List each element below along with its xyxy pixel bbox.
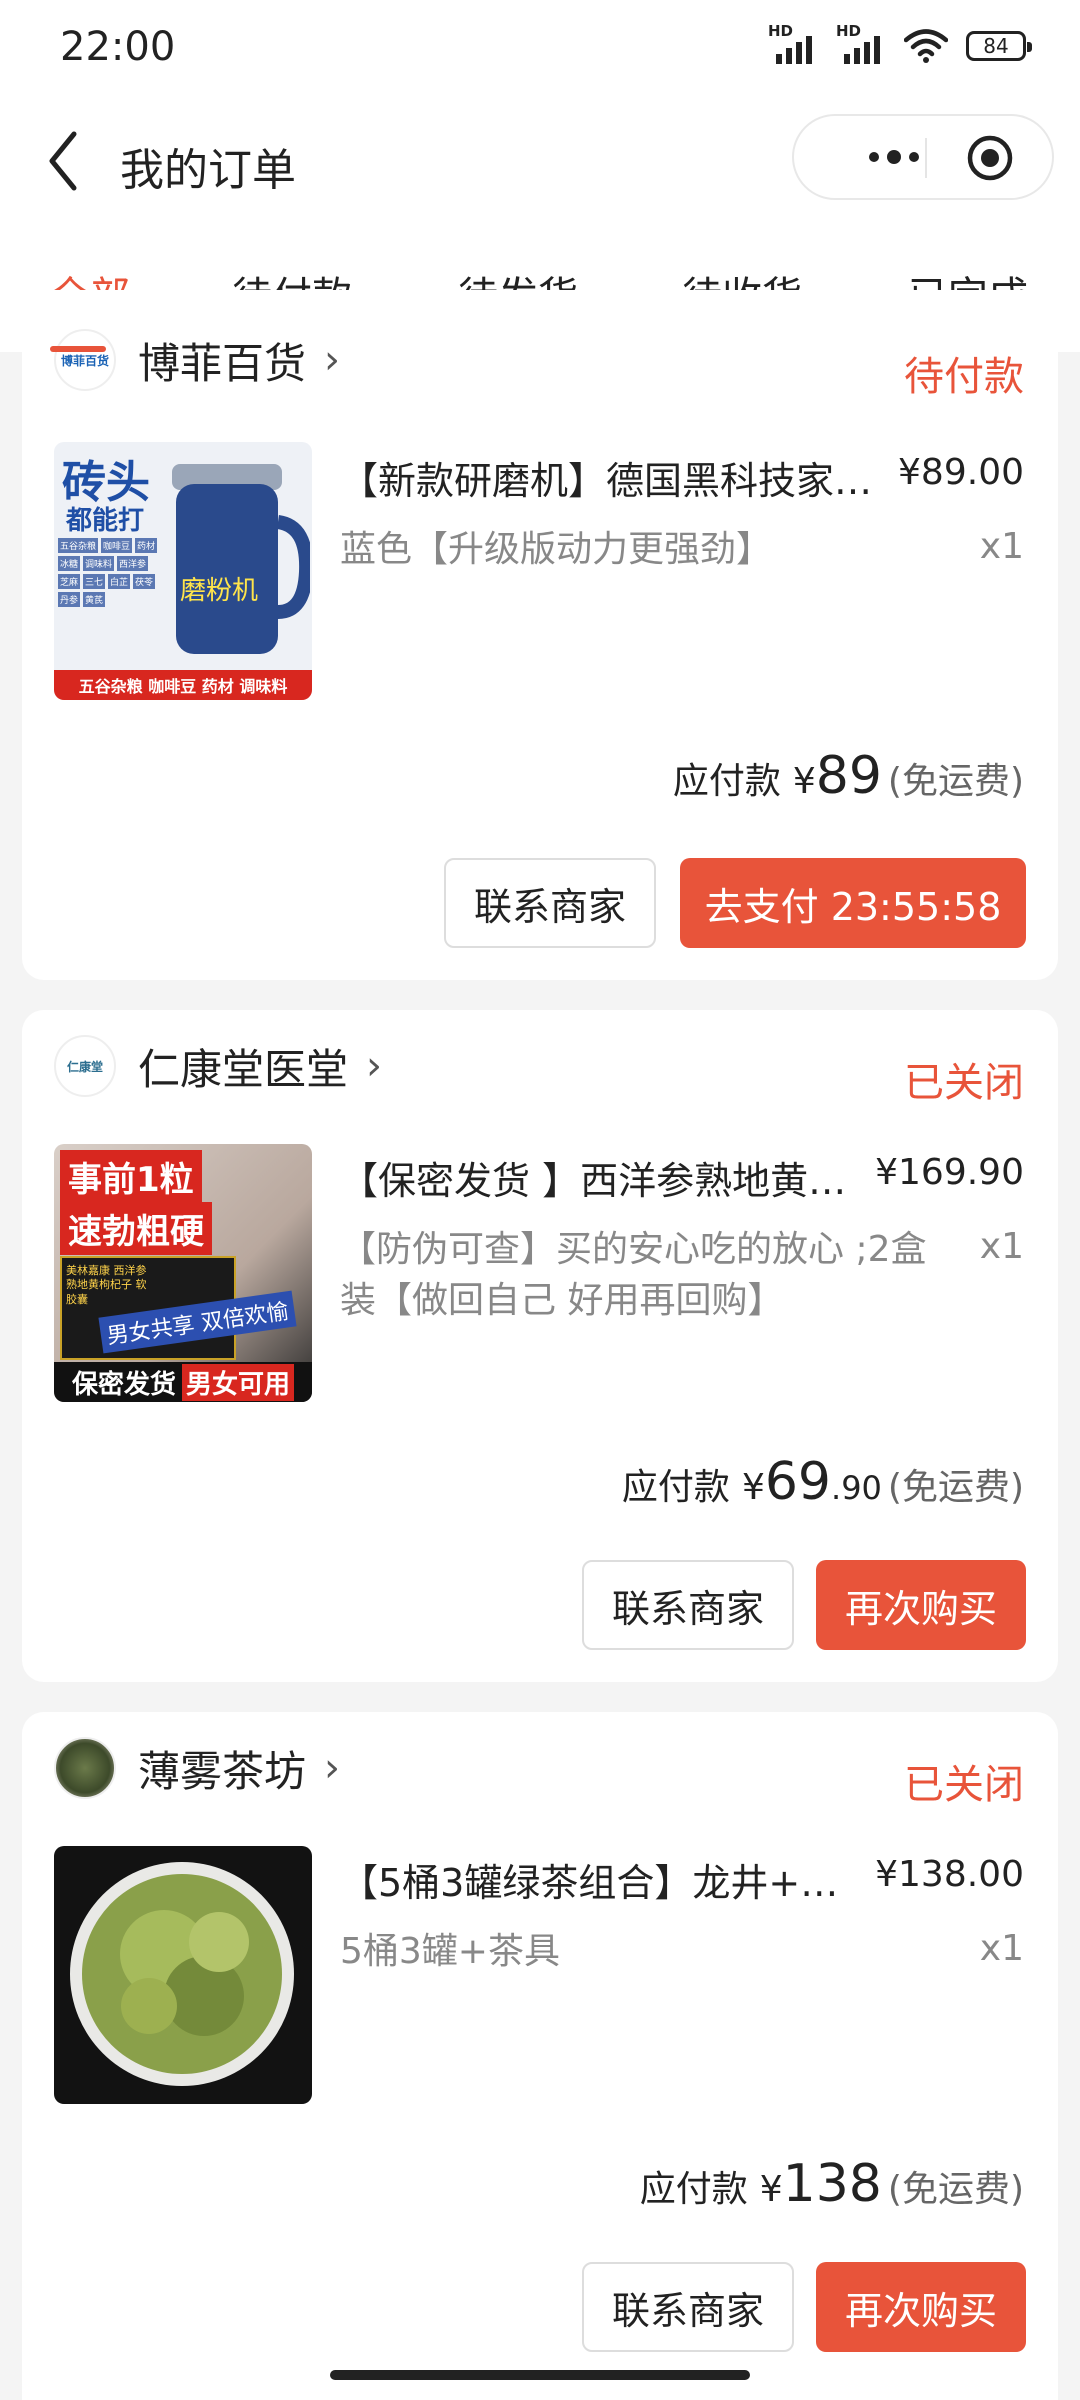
- order-card: 博菲百货 博菲百货 › 待付款 砖头 都能打 五谷杂粮 咖啡豆 药材 冰糖 调味…: [22, 290, 1058, 980]
- shop-header[interactable]: 博菲百货 博菲百货 ›: [54, 320, 340, 400]
- product-image[interactable]: 事前1粒 速勃粗硬 美林嘉康 西洋参熟地黄枸杞子 软胶囊 男女共享 双倍欢愉 保…: [54, 1144, 312, 1402]
- payment-label: 应付款: [672, 761, 781, 802]
- shop-logo: 博菲百货: [54, 329, 116, 391]
- tea-bowl-illustration: [70, 1862, 294, 2086]
- contact-seller-button[interactable]: 联系商家: [582, 1560, 794, 1650]
- product-title[interactable]: 【新款研磨机】德国黑科技家用多功能研磨机: [340, 450, 900, 505]
- payment-amount: 69: [764, 1452, 832, 1512]
- page-title: 我的订单: [120, 145, 296, 196]
- home-indicator[interactable]: [330, 2370, 750, 2380]
- signal-icon-2: HD: [836, 22, 886, 66]
- shop-name: 博菲百货: [138, 338, 307, 388]
- battery-icon: 84: [966, 31, 1032, 61]
- buy-again-button[interactable]: 再次购买: [816, 2262, 1026, 2352]
- product-price: ¥169.90: [875, 1152, 1024, 1193]
- status-bar: 22:00 HD HD 84: [0, 0, 1080, 100]
- pay-now-button[interactable]: 去支付 23:55:58: [680, 858, 1026, 948]
- payment-amount: 138: [782, 2154, 882, 2214]
- product-image[interactable]: 砖头 都能打 五谷杂粮 咖啡豆 药材 冰糖 调味料 西洋参 芝麻 三七 白芷 茯…: [54, 442, 312, 700]
- grinder-illustration: [172, 464, 310, 654]
- payment-label: 应付款: [639, 2169, 748, 2210]
- target-icon[interactable]: [966, 134, 1014, 182]
- more-dots-icon[interactable]: [834, 116, 954, 198]
- chevron-right-icon: ›: [366, 1043, 383, 1089]
- shop-header[interactable]: 仁康堂 仁康堂医堂 ›: [54, 1026, 382, 1106]
- contact-seller-button[interactable]: 联系商家: [444, 858, 656, 948]
- wifi-icon: [904, 29, 948, 63]
- order-card: 薄雾茶坊 › 已关闭 【5桶3罐绿茶组合】龙井+碧螺春+毛尖 ¥138.00 5…: [22, 1712, 1058, 2400]
- payment-label: 应付款: [621, 1467, 730, 1508]
- payment-summary: 应付款 ¥ 89 (免运费): [673, 746, 1024, 806]
- shop-header[interactable]: 薄雾茶坊 ›: [54, 1728, 340, 1808]
- capsule-divider: [925, 138, 927, 178]
- tab-underline: [50, 346, 106, 352]
- product-qty: x1: [979, 1928, 1024, 1969]
- product-spec: 5桶3罐+茶具: [340, 1931, 560, 1972]
- contact-seller-button[interactable]: 联系商家: [582, 2262, 794, 2352]
- back-arrow-icon[interactable]: [42, 126, 86, 196]
- nav-bar: 我的订单: [0, 100, 1080, 220]
- shipping-note: (免运费): [887, 1467, 1024, 1508]
- shop-name: 仁康堂医堂: [138, 1044, 349, 1094]
- payment-summary: 应付款 ¥ 138 (免运费): [640, 2154, 1024, 2214]
- order-card: 仁康堂 仁康堂医堂 › 已关闭 事前1粒 速勃粗硬 美林嘉康 西洋参熟地黄枸杞子…: [22, 1010, 1058, 1682]
- buy-again-button[interactable]: 再次购买: [816, 1560, 1026, 1650]
- shop-logo: [54, 1737, 116, 1799]
- product-spec: 【防伪可查】买的安心吃的放心 ;2盒装【做回自己 好用再回购】: [340, 1229, 927, 1322]
- shipping-note: (免运费): [887, 761, 1024, 802]
- product-price: ¥138.00: [875, 1854, 1024, 1895]
- product-title[interactable]: 【5桶3罐绿茶组合】龙井+碧螺春+毛尖: [340, 1852, 870, 1907]
- chevron-right-icon: ›: [324, 337, 341, 383]
- chevron-right-icon: ›: [324, 1745, 341, 1791]
- order-status: 已关闭: [904, 1762, 1024, 1808]
- payment-summary: 应付款 ¥ 69 .90 (免运费): [622, 1452, 1024, 1512]
- shop-name: 薄雾茶坊: [138, 1746, 307, 1796]
- order-status: 待付款: [904, 354, 1024, 400]
- product-qty: x1: [979, 1226, 1024, 1267]
- order-status: 已关闭: [904, 1060, 1024, 1106]
- mini-program-capsule: [792, 114, 1054, 200]
- product-spec: 蓝色【升级版动力更强劲】: [340, 529, 773, 570]
- product-price: ¥89.00: [898, 452, 1024, 493]
- battery-level: 84: [983, 34, 1009, 58]
- product-qty: x1: [979, 526, 1024, 567]
- signal-icon: HD: [768, 22, 818, 66]
- status-time: 22:00: [60, 24, 176, 70]
- product-title[interactable]: 【保密发货 】西洋参熟地黄枸杞子软胶囊: [340, 1150, 860, 1205]
- payment-amount-decimal: .90: [831, 1469, 882, 1507]
- currency-symbol: ¥: [759, 2169, 783, 2210]
- product-image[interactable]: [54, 1846, 312, 2104]
- currency-symbol: ¥: [792, 761, 816, 802]
- shop-logo: 仁康堂: [54, 1035, 116, 1097]
- shipping-note: (免运费): [887, 2169, 1024, 2210]
- currency-symbol: ¥: [741, 1467, 765, 1508]
- payment-amount: 89: [815, 746, 882, 806]
